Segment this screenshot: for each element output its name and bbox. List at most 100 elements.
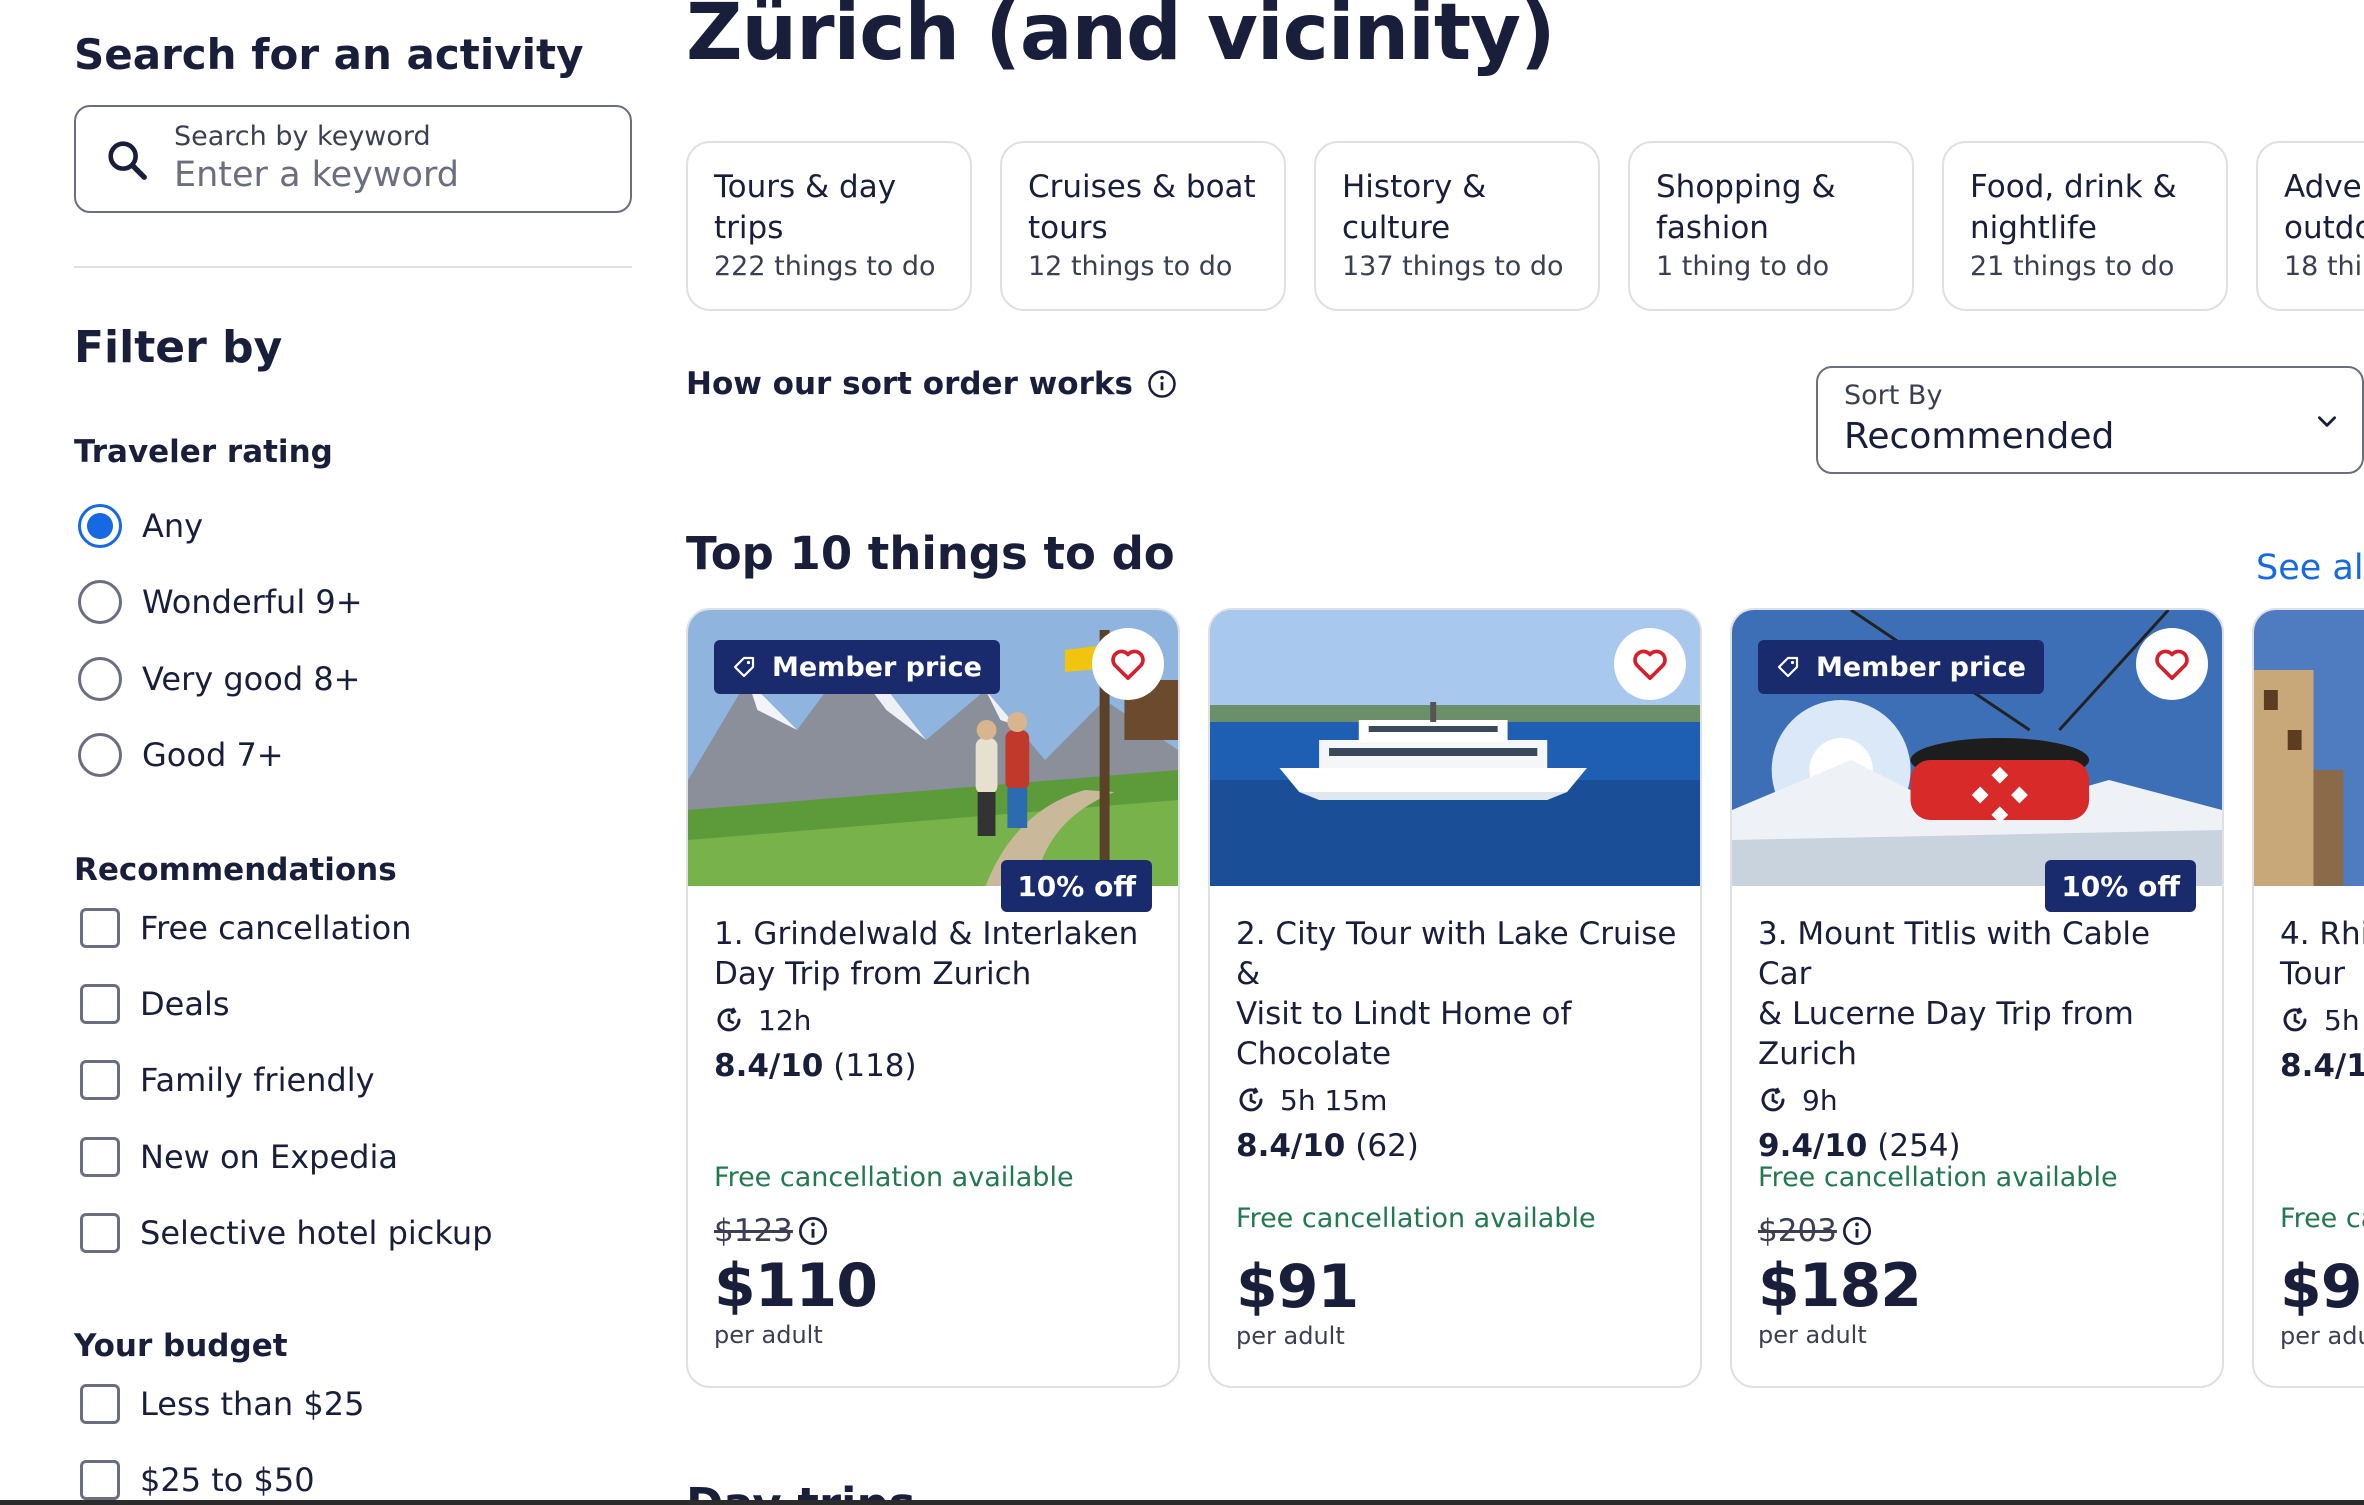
activity-title[interactable]: 1. Grindelwald & Interlaken — [714, 914, 1164, 954]
rating-score: 8.4/10 — [1236, 1128, 1346, 1164]
price-unit: per adult — [1758, 1321, 1867, 1349]
search-input[interactable]: Search by keyword Enter a keyword — [74, 105, 632, 213]
duration: 5h 15m — [1236, 1080, 1686, 1120]
search-label: Search by keyword — [174, 121, 431, 152]
info-icon[interactable] — [797, 1215, 829, 1247]
search-icon — [108, 141, 147, 180]
activity-card-carousel: Member price 10% off 1. Grindelwald & In… — [686, 608, 2364, 1390]
member-price-badge: Member price — [1758, 640, 2044, 694]
original-price: $123 — [714, 1211, 1164, 1251]
activity-card[interactable]: 2. City Tour with Lake Cruise & Visit to… — [1208, 608, 1702, 1388]
filter-free-cancellation[interactable]: Free cancellation — [78, 903, 412, 953]
category-name: culture — [1342, 210, 1451, 246]
member-price-label: Member price — [1816, 651, 2026, 683]
clock-icon — [717, 1007, 741, 1032]
discount-badge: 10% off — [2045, 860, 2196, 912]
card-body: 2. City Tour with Lake Cruise & Visit to… — [1236, 914, 1686, 1164]
activity-card[interactable]: Member price 10% off 1. Grindelwald & In… — [686, 608, 1180, 1388]
activity-title[interactable]: Visit to Lindt Home of — [1236, 994, 1686, 1034]
review-count: (118) — [833, 1048, 917, 1084]
activity-title[interactable]: 2. City Tour with Lake Cruise & — [1236, 914, 1686, 994]
filter-family-friendly[interactable]: Family friendly — [78, 1055, 375, 1105]
category-row: Tours & day trips 222 things to do Cruis… — [686, 141, 2364, 313]
activity-card[interactable]: Member price 10% off 3. Mount Titlis wit… — [1730, 608, 2224, 1388]
rating-option-label: Any — [142, 507, 204, 545]
duration: 5h — [2280, 1000, 2364, 1040]
category-shopping-fashion[interactable]: Shopping & fashion 1 thing to do — [1628, 141, 1914, 311]
search-title: Search for an activity — [74, 30, 584, 79]
duration: 9h — [1758, 1080, 2208, 1120]
checkbox[interactable] — [80, 908, 120, 948]
price-section: Free cancellation available $123 $110 pe… — [714, 1162, 1164, 1349]
category-count: 137 things to do — [1342, 251, 1564, 282]
original-price-value: $203 — [1758, 1213, 1837, 1249]
activity-card[interactable]: 4. Rhi Tour 5h 8.4/1 Free ca $92 per adu — [2252, 608, 2364, 1388]
budget-title: Your budget — [74, 1328, 288, 1364]
rating: 8.4/1 — [2280, 1048, 2364, 1084]
category-count: 1 thing to do — [1656, 251, 1830, 282]
activity-title[interactable]: Tour — [2280, 954, 2364, 994]
category-count: 21 things to do — [1970, 251, 2175, 282]
activity-title[interactable]: Zurich — [1758, 1034, 2208, 1074]
recommendations-title: Recommendations — [74, 852, 397, 888]
duration: 12h — [714, 1000, 1164, 1040]
filter-new-on-expedia[interactable]: New on Expedia — [78, 1132, 398, 1182]
sort-order-text: How our sort order works — [686, 366, 1133, 402]
tag-icon — [733, 656, 755, 678]
save-favorite-button[interactable] — [2136, 628, 2208, 700]
original-price: $203 — [1758, 1211, 2208, 1251]
duration-text: 12h — [758, 1003, 812, 1037]
checkbox[interactable] — [80, 1384, 120, 1424]
rating: 8.4/10 (118) — [714, 1048, 1164, 1084]
activity-title[interactable]: & Lucerne Day Trip from — [1758, 994, 2208, 1034]
activity-title[interactable]: Day Trip from Zurich — [714, 954, 1164, 994]
radio[interactable] — [78, 733, 122, 777]
budget-25-to-50[interactable]: $25 to $50 — [78, 1455, 315, 1505]
save-favorite-button[interactable] — [1614, 628, 1686, 700]
radio[interactable] — [78, 580, 122, 624]
filter-hotel-pickup[interactable]: Selective hotel pickup — [78, 1208, 493, 1258]
rating-score: 8.4/1 — [2280, 1048, 2364, 1084]
activity-title[interactable]: Chocolate — [1236, 1034, 1686, 1074]
save-favorite-button[interactable] — [1092, 628, 1164, 700]
category-count: 12 things to do — [1028, 251, 1233, 282]
discount-badge: 10% off — [1001, 860, 1152, 912]
category-food-drink-nightlife[interactable]: Food, drink & nightlife 21 things to do — [1942, 141, 2228, 311]
category-name: outdoors — [2284, 210, 2364, 246]
checkbox[interactable] — [80, 984, 120, 1024]
rating-option-label: Wonderful 9+ — [142, 583, 363, 621]
sort-order-info-link[interactable]: How our sort order works — [686, 366, 1177, 402]
activity-title[interactable]: 4. Rhi — [2280, 914, 2364, 954]
checkbox[interactable] — [80, 1060, 120, 1100]
rating-option-very-good[interactable]: Very good 8+ — [78, 654, 360, 704]
rating-option-any[interactable]: Any — [78, 501, 203, 551]
radio[interactable] — [78, 657, 122, 701]
sort-by-select[interactable]: Sort By Recommended — [1816, 366, 2364, 474]
price-unit: per adult — [1236, 1322, 1345, 1350]
see-all-link[interactable]: See all — [2256, 548, 2364, 588]
category-history-culture[interactable]: History & culture 137 things to do — [1314, 141, 1600, 311]
checkbox[interactable] — [80, 1137, 120, 1177]
review-count: (254) — [1877, 1128, 1961, 1164]
filter-deals[interactable]: Deals — [78, 979, 230, 1029]
category-cruises-boat-tours[interactable]: Cruises & boat tours 12 things to do — [1000, 141, 1286, 311]
rating-option-wonderful[interactable]: Wonderful 9+ — [78, 577, 363, 627]
heart-icon — [2155, 649, 2189, 680]
category-name: Food, drink & — [1970, 169, 2177, 205]
budget-less-than-25[interactable]: Less than $25 — [78, 1379, 364, 1429]
category-tours-day-trips[interactable]: Tours & day trips 222 things to do — [686, 141, 972, 311]
category-name: Adventure & — [2284, 169, 2364, 205]
checkbox[interactable] — [80, 1213, 120, 1253]
search-placeholder[interactable]: Enter a keyword — [174, 155, 459, 195]
info-icon[interactable] — [1841, 1215, 1873, 1247]
activity-title[interactable]: 3. Mount Titlis with Cable Car — [1758, 914, 2208, 994]
member-price-label: Member price — [772, 651, 982, 683]
category-adventure-outdoors[interactable]: Adventure & outdoors 18 things to do — [2256, 141, 2364, 311]
info-icon[interactable] — [1147, 369, 1177, 399]
checkbox[interactable] — [80, 1460, 120, 1500]
radio-selected[interactable] — [78, 504, 122, 548]
free-cancellation-text: Free cancellation available — [714, 1162, 1074, 1193]
rating-option-good[interactable]: Good 7+ — [78, 730, 284, 780]
rating: 9.4/10 (254) — [1758, 1128, 2208, 1164]
category-name: fashion — [1656, 210, 1769, 246]
